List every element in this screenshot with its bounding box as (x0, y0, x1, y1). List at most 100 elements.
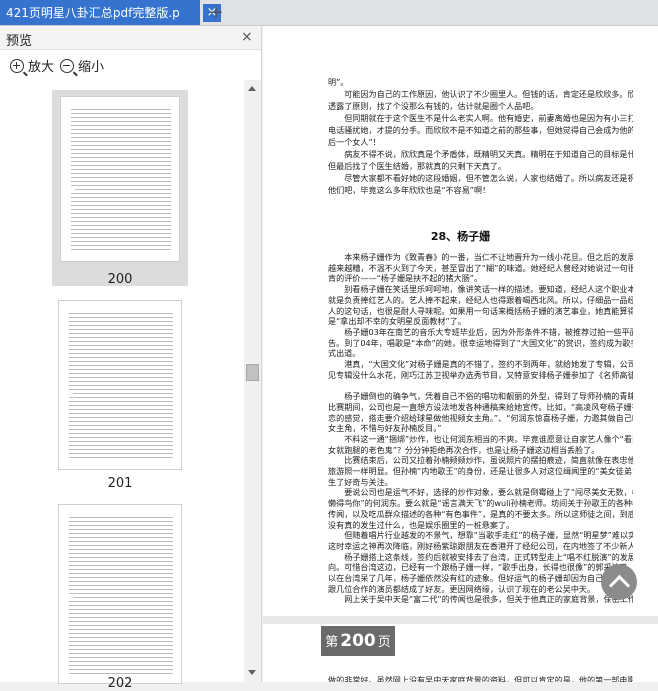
zoom-out-icon (60, 59, 74, 73)
thumbnail-text-line (69, 357, 173, 358)
thumbnail-text-line (69, 405, 173, 406)
page-text-line: 电话骚扰她，才提的分手。而欣欣不是不知道之前的那些事，但她觉得自己会成为他的“最 (328, 125, 633, 135)
thumbnail-text-line (69, 373, 173, 374)
thumbnail-text-line (69, 349, 173, 350)
thumbnail-text-line (69, 409, 173, 410)
thumbnail-text-line (69, 625, 173, 626)
thumbnail-text-line (69, 521, 173, 522)
thumbnail-text-line (69, 653, 173, 654)
thumbnail-text-line (69, 365, 173, 366)
thumbnail-text-line (73, 393, 173, 394)
thumbnail-text-line (69, 645, 173, 646)
thumbnail-text-line (69, 669, 173, 670)
thumbnail-text-line (69, 601, 173, 602)
page-text-line: 传闻，以及吃瓜群众描述的各种“有色事件”，是真的不要太多。所以这师徒之间，到底有 (328, 508, 633, 519)
thumbnail-text-line (69, 665, 173, 666)
page-text-line: 本来杨子姗作为《致青春》的一番，当仁不让地晋升为一线小花旦。但之后的发展却 (328, 252, 633, 262)
thumbnail-text-line (69, 565, 173, 566)
thumbnail-text-line (69, 609, 173, 610)
document-tab[interactable]: 421页明星八卦汇总pdf完整版.p (0, 0, 200, 26)
thumbnail-text-line (71, 161, 171, 162)
thumbnail-text-line (69, 445, 173, 446)
thumbnail-text-line (69, 569, 173, 570)
page-text-line: 越来越糟，不温不火到了今天，甚至冒出了“糊”的味道。她经纪人曾经对她说过一句很中 (328, 262, 633, 273)
page-thumbnail-201[interactable] (58, 300, 182, 470)
thumbnail-text-line (69, 593, 173, 594)
sidebar-close-icon[interactable]: × (241, 29, 253, 45)
thumbnail-text-line (69, 525, 173, 526)
page-thumbnail-200[interactable] (60, 96, 180, 262)
thumbnail-text-line (69, 329, 173, 330)
document-viewer[interactable]: 28、杨子姗 明”。 可能因为自己的工作原因，他认识了不少圈里人。但钱的话，肯定… (263, 26, 658, 682)
page-text-line: 跟几位合作的演员都结成了好友。更因网络缘，认识了现在的老公吴中天。 (328, 583, 596, 594)
scroll-up-arrow-icon[interactable] (248, 86, 256, 91)
thumbnail-text-line (69, 437, 173, 438)
page-text-line: 做的非常好。虽然网上没有吴中天家庭背景的资料，但可以肯定的是，他的第一部电影 (328, 675, 633, 682)
new-tab-button[interactable]: + (206, 3, 226, 23)
thumbnail-text-line (69, 377, 173, 378)
page-text-line: 可能因为自己的工作原因，他认识了不少圈里人。但钱的话，肯定还是欣欣多。欣欣 (328, 89, 633, 99)
thumbnail-text-line (71, 137, 171, 138)
thumbnail-text-line (71, 217, 171, 218)
page-text-line: 要说公司也是运气不好，选择的炒作对象，要么就是倒霉碰上了“闯尽美女无数，根本 (328, 487, 633, 498)
thumbnail-text-line (69, 629, 173, 630)
page-text-line: 以在台湾呆了几年，杨子姗依然没有红的迹象。但好运气的杨子姗却因为自己的好性格， (328, 573, 633, 583)
thumbnail-text-line (71, 133, 171, 134)
page-text-line: 恋的感觉，搭走要介绍给球星做他视频女主角。”、“何润东惊喜杨子姗，力邀其做自己M… (328, 412, 633, 423)
thumbnail-text-line (69, 541, 173, 542)
thumbnail-text-line (71, 225, 171, 226)
thumbnail-text-line (73, 597, 173, 598)
thumbnail-text-line (69, 613, 173, 614)
thumbnail-text-line (75, 189, 171, 190)
page-text-line: 见专辑没什么水花，刚巧江苏卫视举办选秀节目，又特意安排杨子姗参加了《名师高徒》。 (328, 369, 633, 380)
thumbnail-text-line (71, 177, 171, 178)
thumbnail-text-line (69, 621, 173, 622)
thumbnail-text-line (69, 369, 173, 370)
page-text-line: 旅游照一样明显。但孙楠“内地歌王”的身份，还是让很多人对这位缉闻里的“美女徒弟”… (328, 466, 633, 476)
page-text-line: 人的这句话，也很是耐人寻味呢。如果用一句话来概括杨子姗的演艺事业，她真能算得上 (328, 305, 633, 316)
thumbnail-text-line (69, 533, 173, 534)
sidebar-title: 预览 (6, 34, 33, 49)
page-text-line: 杨子姗倒也的确争气，凭着自己不俗的唱功和靓丽的外型，得到了导师孙楠的青睐。 (328, 391, 633, 402)
page-number-badge: 第 200 页 (321, 626, 395, 656)
sidebar-header: 预览 × (0, 26, 261, 50)
thumbnail-label-201: 201 (107, 476, 133, 491)
page-text-line: 港真，“大国文化”对杨子姗是真的不错了，签约不到两年，就给她发了专辑，公司眼 (328, 359, 633, 369)
thumbnail-text-line (69, 585, 173, 586)
thumbnail-text-line (71, 117, 171, 118)
page-text-line: 明”。 (328, 77, 349, 87)
thumbnail-text-line (69, 549, 173, 550)
thumbnail-text-line (71, 145, 171, 146)
thumbnail-text-line (71, 241, 171, 242)
page-text-line: 没有真的发生过什么，也是娱乐圈里的一桩悬案了。 (328, 519, 515, 530)
thumbnail-list[interactable]: 200 201 202 (0, 80, 244, 691)
page-text-line: 他们吧，毕竟这么多年欣欣也是“不容易”啊！ (328, 185, 491, 195)
page-text-line: 杨子姗搭上这条线，签约后就被安排去了台湾，正式转型走上“唱不红脱演”的发展方 (328, 551, 633, 562)
thumbnail-text-line (69, 577, 173, 578)
page-text-line: 但随着唱片行业越发的不景气，想靠“当歌手走红”的杨子姗，显然“明星梦”难以实现。 (328, 530, 633, 541)
tab-bar: 421页明星八卦汇总pdf完整版.p × + (0, 0, 658, 26)
thumbnail-text-line (69, 537, 173, 538)
page-thumbnail-202[interactable] (58, 504, 182, 684)
page-text-line: 这时幸运之神再次降临，刚好杨紫琼跟朋友在香港开了经纪公司，在内地签了不少新人。 (328, 540, 633, 551)
scroll-to-top-button[interactable] (601, 564, 637, 600)
scroll-down-arrow-icon[interactable] (248, 670, 256, 675)
page-text-line: 告。到了04年，唱歌是“本命”的她，很幸运地得到了“大国文化”的赏识，签约成为歌… (328, 337, 633, 348)
zoom-in-button[interactable]: 放大 (10, 56, 54, 75)
page-text-line: 别看杨子姗在笑话里乐呵呵地，像讲笑话一样的描述。要知道，经纪人这个职业本身 (328, 284, 633, 295)
scrollbar-thumb[interactable] (246, 364, 259, 381)
thumbnail-text-line (69, 581, 173, 582)
thumbnail-text-line (69, 649, 173, 650)
thumbnail-text-line (71, 237, 171, 238)
thumbnail-text-line (69, 341, 173, 342)
thumbnail-text-line (71, 193, 171, 194)
page-badge-suffix: 页 (377, 635, 391, 650)
page-text-line: 女主角，不惜与好友孙楠反目。” (328, 423, 442, 434)
zoom-out-label: 缩小 (78, 60, 105, 75)
thumbnail-text-line (69, 457, 173, 458)
sidebar-scrollbar[interactable] (244, 80, 261, 682)
thumbnail-text-line (69, 353, 173, 354)
thumbnail-text-line (71, 213, 171, 214)
zoom-out-button[interactable]: 缩小 (60, 56, 104, 75)
thumbnail-text-line (71, 141, 171, 142)
